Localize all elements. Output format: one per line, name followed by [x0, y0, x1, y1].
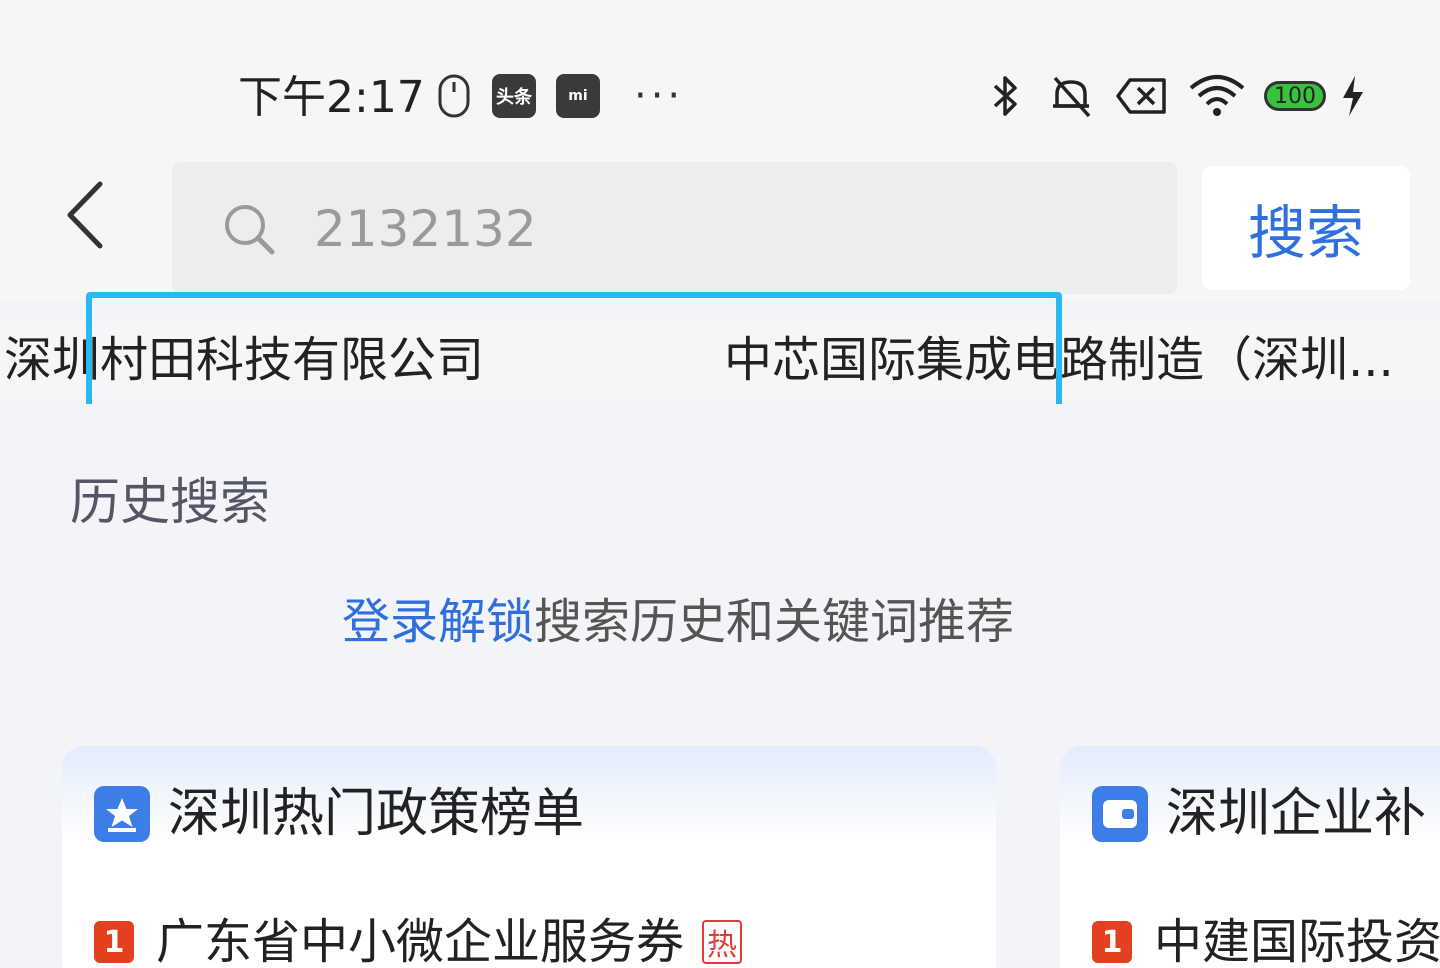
- suggestion-item[interactable]: 深圳村田科技有限公司: [4, 328, 484, 392]
- login-unlock-link[interactable]: 登录解锁: [342, 594, 534, 650]
- search-header: 搜索: [0, 136, 1440, 300]
- mi-app-icon: mi: [556, 70, 600, 122]
- bluetooth-icon: [984, 70, 1028, 122]
- chevron-left-icon: [67, 181, 103, 249]
- wallet-icon: [1092, 786, 1148, 842]
- ranking-item-text: 广东省中小微企业服务券: [156, 914, 685, 968]
- app-screen: 下午2:17 头条 mi ··· 100 2132132 搜索 深圳村田科技有限…: [0, 0, 1440, 968]
- login-tip: 登录解锁搜索历史和关键词推荐: [342, 590, 1014, 654]
- card-title: 深圳企业补: [1166, 784, 1427, 844]
- more-notifications-icon: ···: [634, 73, 685, 119]
- suggestion-item[interactable]: 中芯国际集成电路制造（深圳...: [724, 328, 1394, 392]
- status-bar: 下午2:17 头条 mi ··· 100: [0, 0, 1440, 136]
- rank-number-badge: 1: [94, 921, 134, 963]
- subsidy-ranking-card[interactable]: 深圳企业补 1 中建国际投资: [1060, 746, 1440, 968]
- battery-icon: 100: [1264, 70, 1326, 122]
- mouse-app-icon: [428, 70, 480, 122]
- no-sim-icon: [1114, 70, 1170, 122]
- wifi-icon: [1184, 70, 1250, 122]
- star-badge-icon: [94, 786, 150, 842]
- login-tip-text: 搜索历史和关键词推荐: [534, 594, 1015, 650]
- history-section: 历史搜索 登录解锁搜索历史和关键词推荐: [62, 404, 1378, 684]
- charging-icon: [1338, 70, 1368, 122]
- rank-number-badge: 1: [1092, 921, 1132, 963]
- suggestion-row: 深圳村田科技有限公司 中芯国际集成电路制造（深圳...: [0, 322, 1440, 398]
- hot-tag: 热: [702, 920, 743, 964]
- toutiao-app-icon: 头条: [492, 70, 536, 122]
- history-title: 历史搜索: [70, 473, 270, 531]
- status-time: 下午2:17: [238, 72, 425, 123]
- back-button[interactable]: [6, 162, 166, 268]
- ranking-list-item[interactable]: 1 中建国际投资: [1092, 912, 1440, 968]
- card-title: 深圳热门政策榜单: [168, 784, 585, 844]
- magnifier-icon: [225, 205, 275, 255]
- ranking-item-text: 中建国际投资: [1154, 914, 1440, 968]
- ranking-list-item[interactable]: 1 广东省中小微企业服务券 热: [94, 912, 743, 968]
- policy-ranking-card[interactable]: 深圳热门政策榜单 1 广东省中小微企业服务券 热: [62, 746, 996, 968]
- search-button[interactable]: 搜索: [1202, 166, 1410, 290]
- mute-bell-icon: [1042, 70, 1100, 122]
- search-input[interactable]: [312, 180, 1156, 278]
- search-box[interactable]: [172, 162, 1177, 294]
